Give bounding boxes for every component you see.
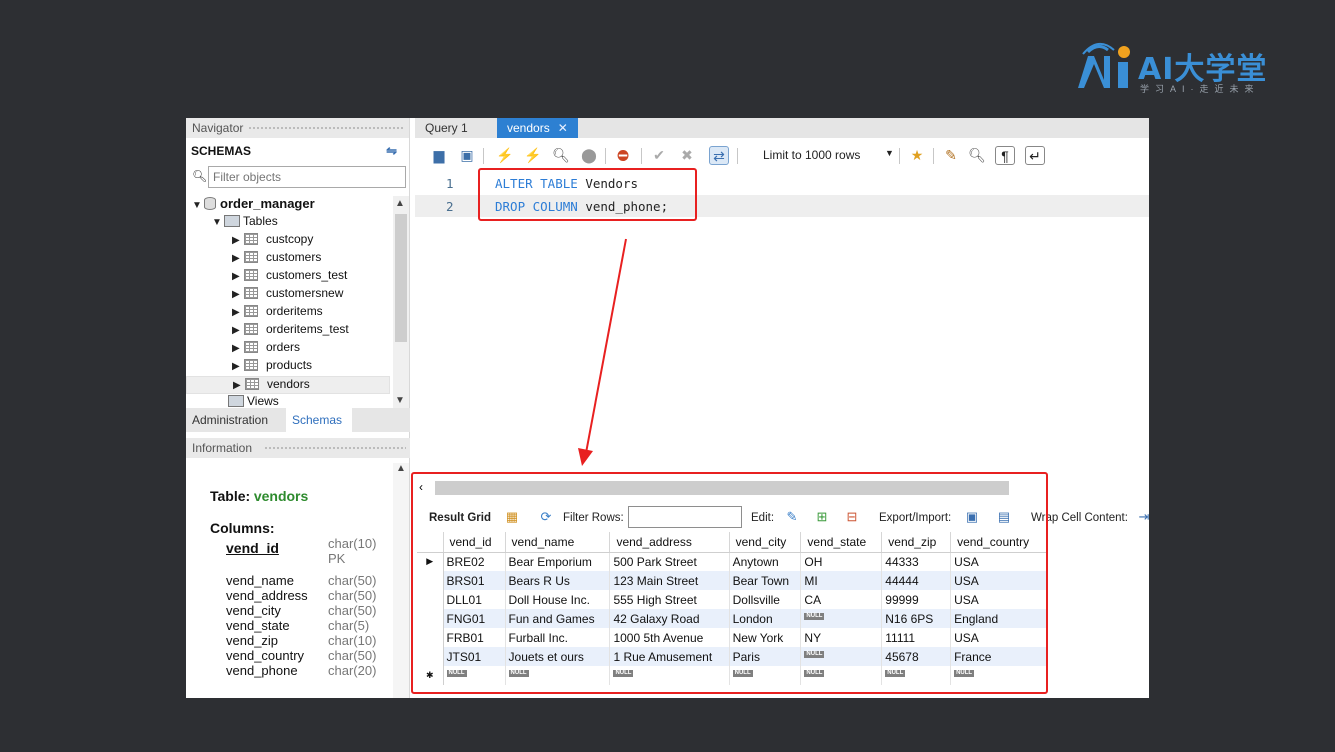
brand-logo: AI大学堂 学习AI·走近未来 [1074,42,1299,98]
logo-subtitle: 学习AI·走近未来 [1140,84,1260,94]
workbench-window: Navigator SCHEMAS ⇋ 🔍︎ ▼order_manager ▼T… [186,118,1149,698]
annotation-arrow [578,238,627,466]
logo-mark-icon [1078,43,1130,88]
